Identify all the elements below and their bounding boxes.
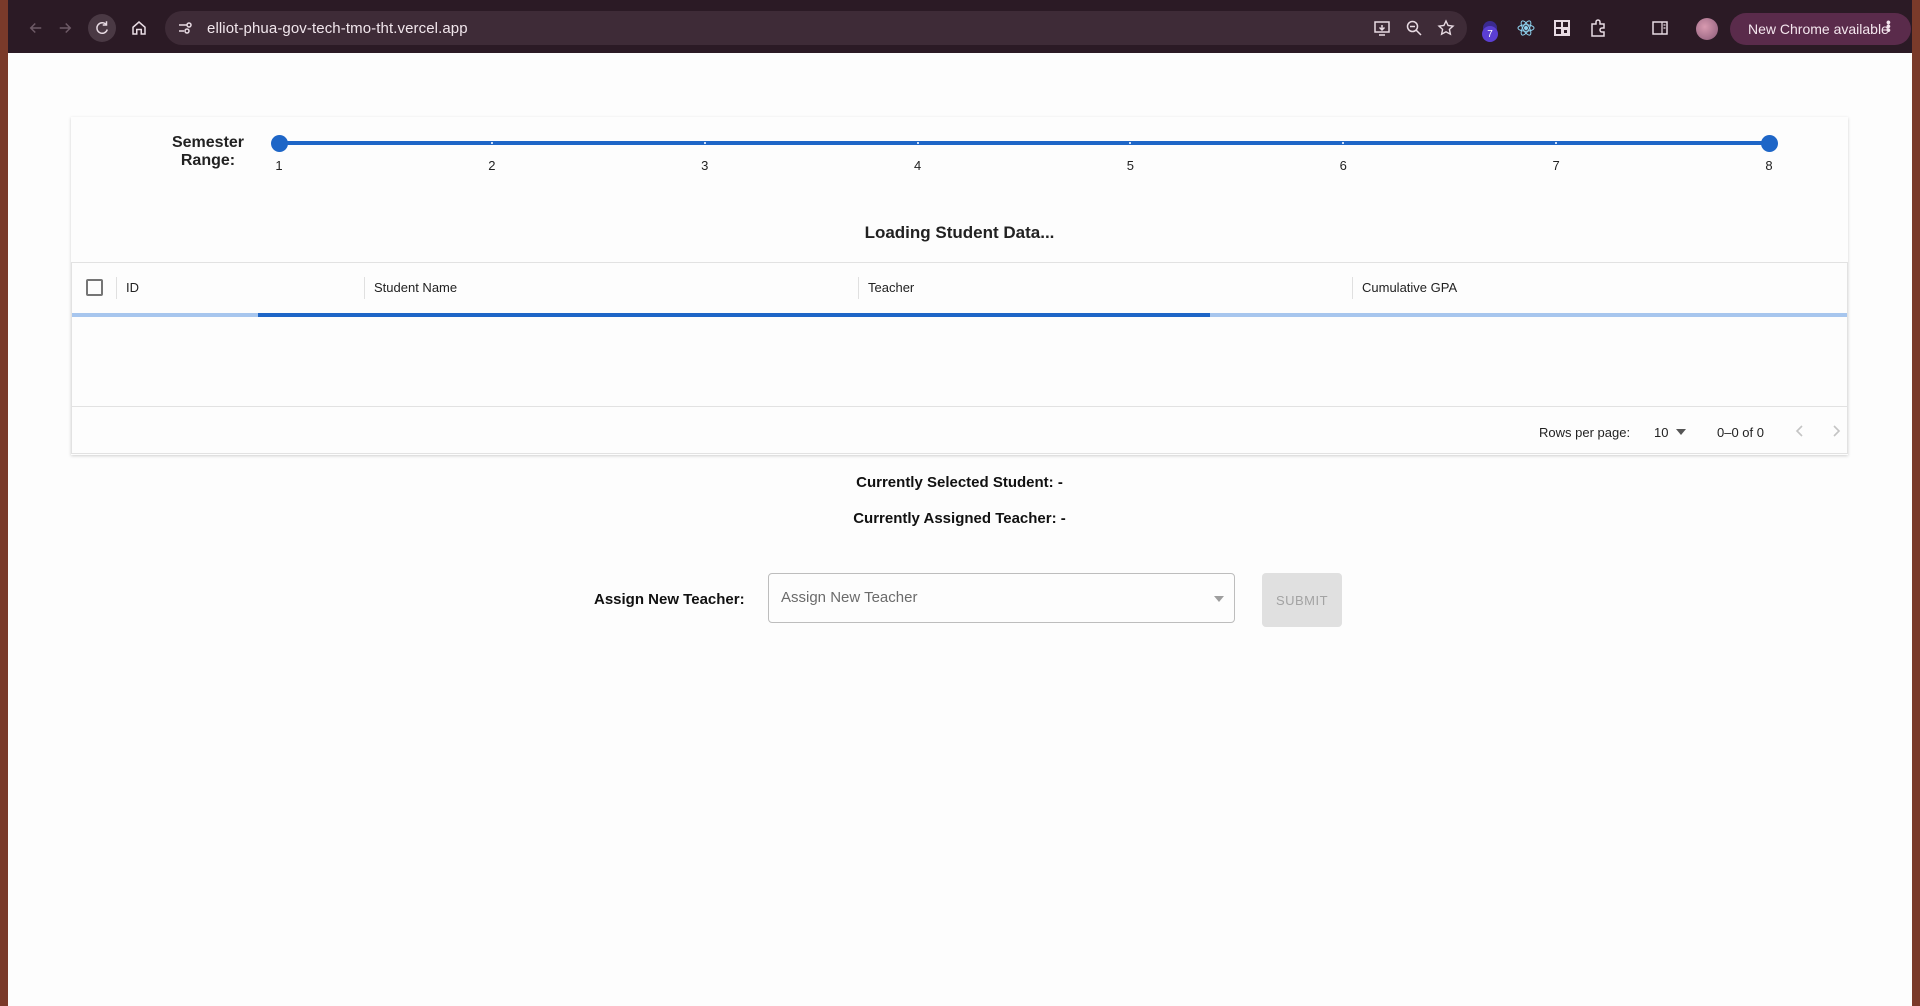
- slider-tick-label: 8: [1765, 158, 1773, 173]
- pagination-info: 0–0 of 0: [1717, 425, 1764, 440]
- slider-tick-mark: [1129, 142, 1132, 144]
- next-page-icon[interactable]: [1826, 421, 1846, 441]
- qr-code-icon[interactable]: [1552, 18, 1572, 38]
- grid-footer: Rows per page: 10 0–0 of 0: [72, 406, 1847, 454]
- assign-teacher-placeholder: Assign New Teacher: [781, 589, 918, 606]
- more-vert-icon[interactable]: •••: [1881, 20, 1897, 32]
- caret-down-icon: [1676, 429, 1686, 435]
- column-separator[interactable]: [116, 277, 117, 299]
- student-data-grid: ID Student Name Teacher Cumulative GPA R…: [71, 262, 1848, 454]
- browser-window: elliot-phua-gov-tech-tmo-tht.vercel.app …: [8, 0, 1912, 1006]
- column-separator[interactable]: [364, 277, 365, 299]
- selected-student-text: Currently Selected Student: -: [856, 474, 1063, 491]
- back-button[interactable]: [22, 14, 50, 42]
- assign-teacher-label: Assign New Teacher:: [594, 591, 745, 608]
- new-chrome-label: New Chrome available: [1748, 21, 1889, 37]
- arrow-right-icon: [59, 22, 72, 34]
- slider-tick-label: 6: [1339, 158, 1347, 173]
- profile-avatar[interactable]: [1696, 18, 1718, 40]
- slider-tick-mark: [703, 142, 706, 144]
- caret-down-icon: [1214, 596, 1224, 602]
- slider-tick-label: 5: [1126, 158, 1135, 173]
- side-panel-icon[interactable]: [1650, 18, 1670, 38]
- slider-tick-mark: [490, 142, 493, 144]
- semester-range-track[interactable]: [279, 141, 1769, 145]
- submit-button[interactable]: SUBMIT: [1262, 573, 1342, 627]
- zoom-icon[interactable]: [1405, 19, 1423, 37]
- rows-per-page-value: 10: [1654, 425, 1669, 440]
- rows-per-page-label: Rows per page:: [1539, 425, 1631, 440]
- column-header-id[interactable]: ID: [126, 280, 139, 295]
- browser-toolbar: elliot-phua-gov-tech-tmo-tht.vercel.app …: [8, 0, 1912, 53]
- home-icon: [132, 21, 146, 35]
- address-bar[interactable]: elliot-phua-gov-tech-tmo-tht.vercel.app: [165, 11, 1467, 45]
- select-all-checkbox[interactable]: [86, 279, 103, 296]
- slider-tick-label: 2: [488, 158, 496, 173]
- home-button[interactable]: [125, 14, 153, 42]
- slider-thumb-start[interactable]: [271, 135, 288, 152]
- slider-tick-mark: [1555, 142, 1558, 144]
- new-chrome-available-button[interactable]: New Chrome available •••: [1730, 13, 1911, 45]
- loading-title: Loading Student Data...: [864, 223, 1055, 242]
- slider-tick-mark: [916, 142, 919, 144]
- extensions-puzzle-icon[interactable]: [1588, 18, 1608, 38]
- column-header-cumulative-gpa[interactable]: Cumulative GPA: [1362, 280, 1457, 295]
- reload-button[interactable]: [88, 14, 116, 42]
- column-header-teacher[interactable]: Teacher: [868, 280, 914, 295]
- column-separator[interactable]: [858, 277, 859, 299]
- rows-per-page-select[interactable]: 10: [1654, 421, 1690, 443]
- column-header-student-name[interactable]: Student Name: [374, 280, 457, 295]
- react-devtools-icon[interactable]: [1516, 18, 1536, 38]
- assign-teacher-select[interactable]: Assign New Teacher: [768, 573, 1235, 623]
- slider-tick-label: 1: [275, 158, 283, 173]
- semester-range-label: Semester Range:: [171, 134, 245, 169]
- extension-badge: 7: [1482, 26, 1498, 42]
- slider-thumb-end[interactable]: [1761, 135, 1778, 152]
- previous-page-icon[interactable]: [1790, 421, 1810, 441]
- grid-header: ID Student Name Teacher Cumulative GPA: [72, 263, 1847, 314]
- loading-progress-bar: [258, 313, 1210, 317]
- forward-button[interactable]: [51, 14, 79, 42]
- slider-tick-label: 7: [1552, 158, 1560, 173]
- reload-icon: [96, 21, 108, 34]
- install-app-icon[interactable]: [1373, 19, 1391, 37]
- assigned-teacher-text: Currently Assigned Teacher: -: [853, 510, 1066, 527]
- slider-tick-mark: [1342, 142, 1345, 144]
- arrow-left-icon: [29, 22, 42, 34]
- site-settings-icon[interactable]: [177, 20, 193, 36]
- bookmark-star-icon[interactable]: [1437, 19, 1455, 37]
- slider-tick-label: 4: [913, 158, 922, 173]
- column-separator[interactable]: [1352, 277, 1353, 299]
- url-text[interactable]: elliot-phua-gov-tech-tmo-tht.vercel.app: [207, 20, 468, 37]
- slider-tick-label: 3: [701, 158, 709, 173]
